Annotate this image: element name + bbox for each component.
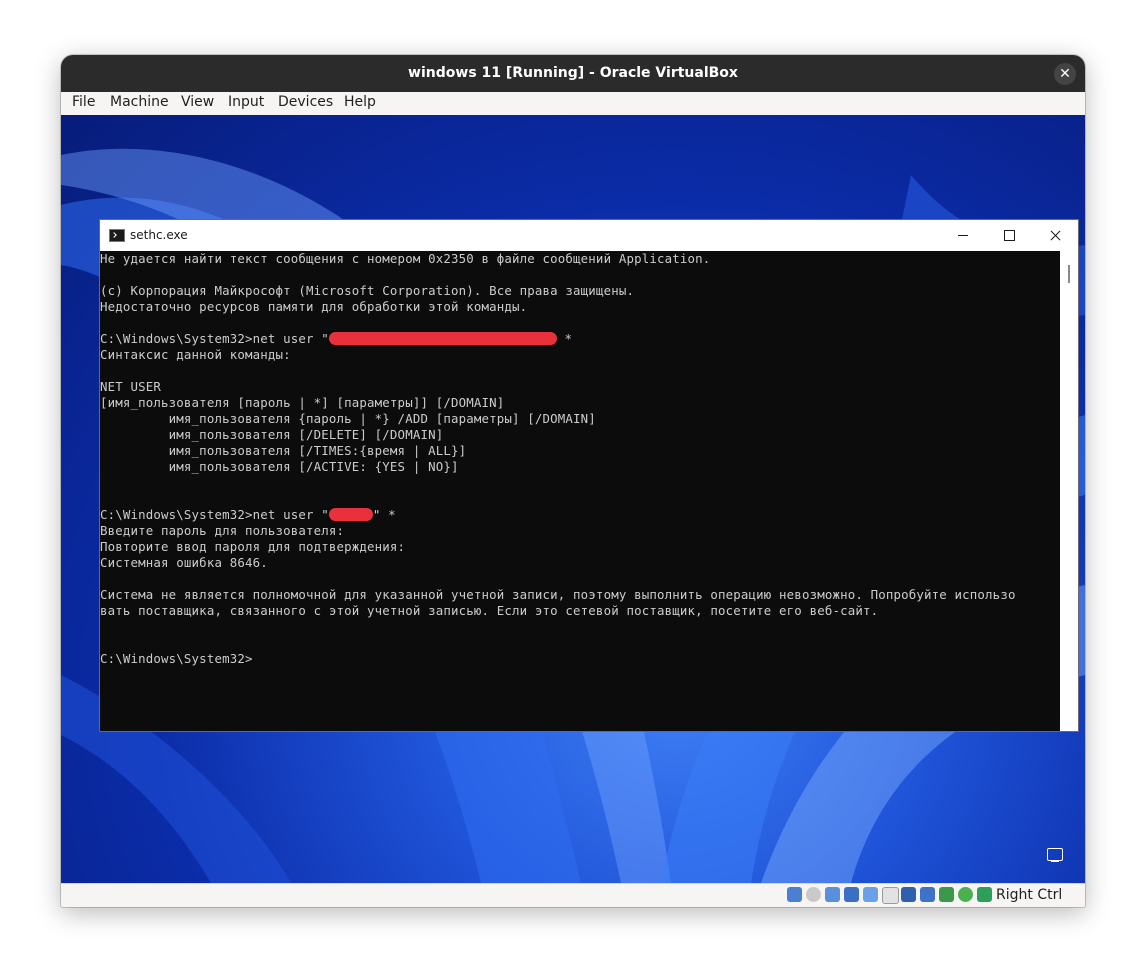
- console-line-command: C:\Windows\System32>net user " " *: [100, 507, 396, 523]
- command-tail: " *: [372, 507, 396, 522]
- menu-devices[interactable]: Devices: [278, 94, 333, 110]
- console-line: имя_пользователя [/DELETE] [/DOMAIN]: [100, 427, 444, 442]
- menu-file[interactable]: File: [72, 94, 95, 110]
- console-line: Не удается найти текст сообщения с номер…: [100, 251, 711, 266]
- video-capture-icon[interactable]: [920, 887, 935, 902]
- virtualbox-window-title: windows 11 [Running] - Oracle VirtualBox: [408, 65, 738, 81]
- audio-icon[interactable]: [825, 887, 840, 902]
- guest-desktop[interactable]: sethc.exe Не удается найти текст сообщен…: [61, 115, 1085, 883]
- close-icon[interactable]: ✕: [1054, 63, 1076, 85]
- usb-icon[interactable]: [863, 887, 878, 902]
- console-line: Синтаксис данной команды:: [100, 347, 291, 362]
- close-icon[interactable]: [1032, 220, 1078, 251]
- console-line: Система не является полномочной для указ…: [100, 587, 1016, 602]
- console-line: Системная ошибка 8646.: [100, 555, 268, 570]
- maximize-icon[interactable]: [986, 220, 1032, 251]
- console-prompt[interactable]: C:\Windows\System32>: [100, 651, 253, 667]
- command-text: C:\Windows\System32>net user ": [100, 331, 329, 346]
- console-line: [имя_пользователя [пароль | *] [параметр…: [100, 395, 505, 410]
- command-text: C:\Windows\System32>net user ": [100, 507, 329, 522]
- scrollbar-thumb[interactable]: [1068, 265, 1070, 283]
- console-titlebar[interactable]: sethc.exe: [100, 220, 1078, 251]
- console-line: вать поставщика, связанного с этой учетн…: [100, 603, 879, 618]
- virtualbox-menubar: File Machine View Input Devices Help: [61, 92, 1085, 115]
- hard-disk-icon[interactable]: [787, 887, 802, 902]
- console-line: NET USER: [100, 379, 162, 394]
- menu-machine[interactable]: Machine: [110, 94, 169, 110]
- redaction-mark: [328, 508, 373, 521]
- menu-input[interactable]: Input: [228, 94, 264, 110]
- redaction-mark: [328, 332, 557, 345]
- console-app-icon: [109, 229, 125, 242]
- virtualbox-titlebar: windows 11 [Running] - Oracle VirtualBox…: [61, 55, 1085, 92]
- virtualbox-statusbar: Right Ctrl: [61, 883, 1085, 907]
- display-icon[interactable]: [901, 887, 916, 902]
- mouse-integration-icon[interactable]: [958, 887, 973, 902]
- host-key-indicator[interactable]: Right Ctrl: [996, 887, 1062, 903]
- console-window[interactable]: sethc.exe Не удается найти текст сообщен…: [99, 219, 1079, 732]
- command-tail: *: [556, 331, 573, 346]
- optical-drive-icon[interactable]: [806, 887, 821, 902]
- keyboard-icon[interactable]: [977, 887, 992, 902]
- notification-display-icon[interactable]: [1047, 848, 1063, 862]
- console-line: Недостаточно ресурсов памяти для обработ…: [100, 299, 528, 314]
- shared-folders-icon[interactable]: [882, 887, 899, 904]
- console-line: имя_пользователя [/TIMES:{время | ALL}]: [100, 443, 467, 458]
- console-line-command: C:\Windows\System32>net user " *: [100, 331, 572, 347]
- console-line: (c) Корпорация Майкрософт (Microsoft Cor…: [100, 283, 635, 298]
- network-icon[interactable]: [844, 887, 859, 902]
- console-output[interactable]: Не удается найти текст сообщения с номер…: [100, 251, 1060, 731]
- console-scrollbar[interactable]: [1060, 251, 1078, 731]
- menu-help[interactable]: Help: [344, 94, 376, 110]
- virtualbox-window: windows 11 [Running] - Oracle VirtualBox…: [61, 55, 1085, 907]
- console-line: имя_пользователя [/ACTIVE: {YES | NO}]: [100, 459, 459, 474]
- console-line: Введите пароль для пользователя:: [100, 523, 345, 538]
- menu-view[interactable]: View: [181, 94, 214, 110]
- console-line: имя_пользователя {пароль | *} /ADD [пара…: [100, 411, 596, 426]
- cpu-icon[interactable]: [939, 887, 954, 902]
- console-title: sethc.exe: [130, 228, 188, 242]
- console-line: Повторите ввод пароля для подтверждения:: [100, 539, 406, 554]
- minimize-icon[interactable]: [940, 220, 986, 251]
